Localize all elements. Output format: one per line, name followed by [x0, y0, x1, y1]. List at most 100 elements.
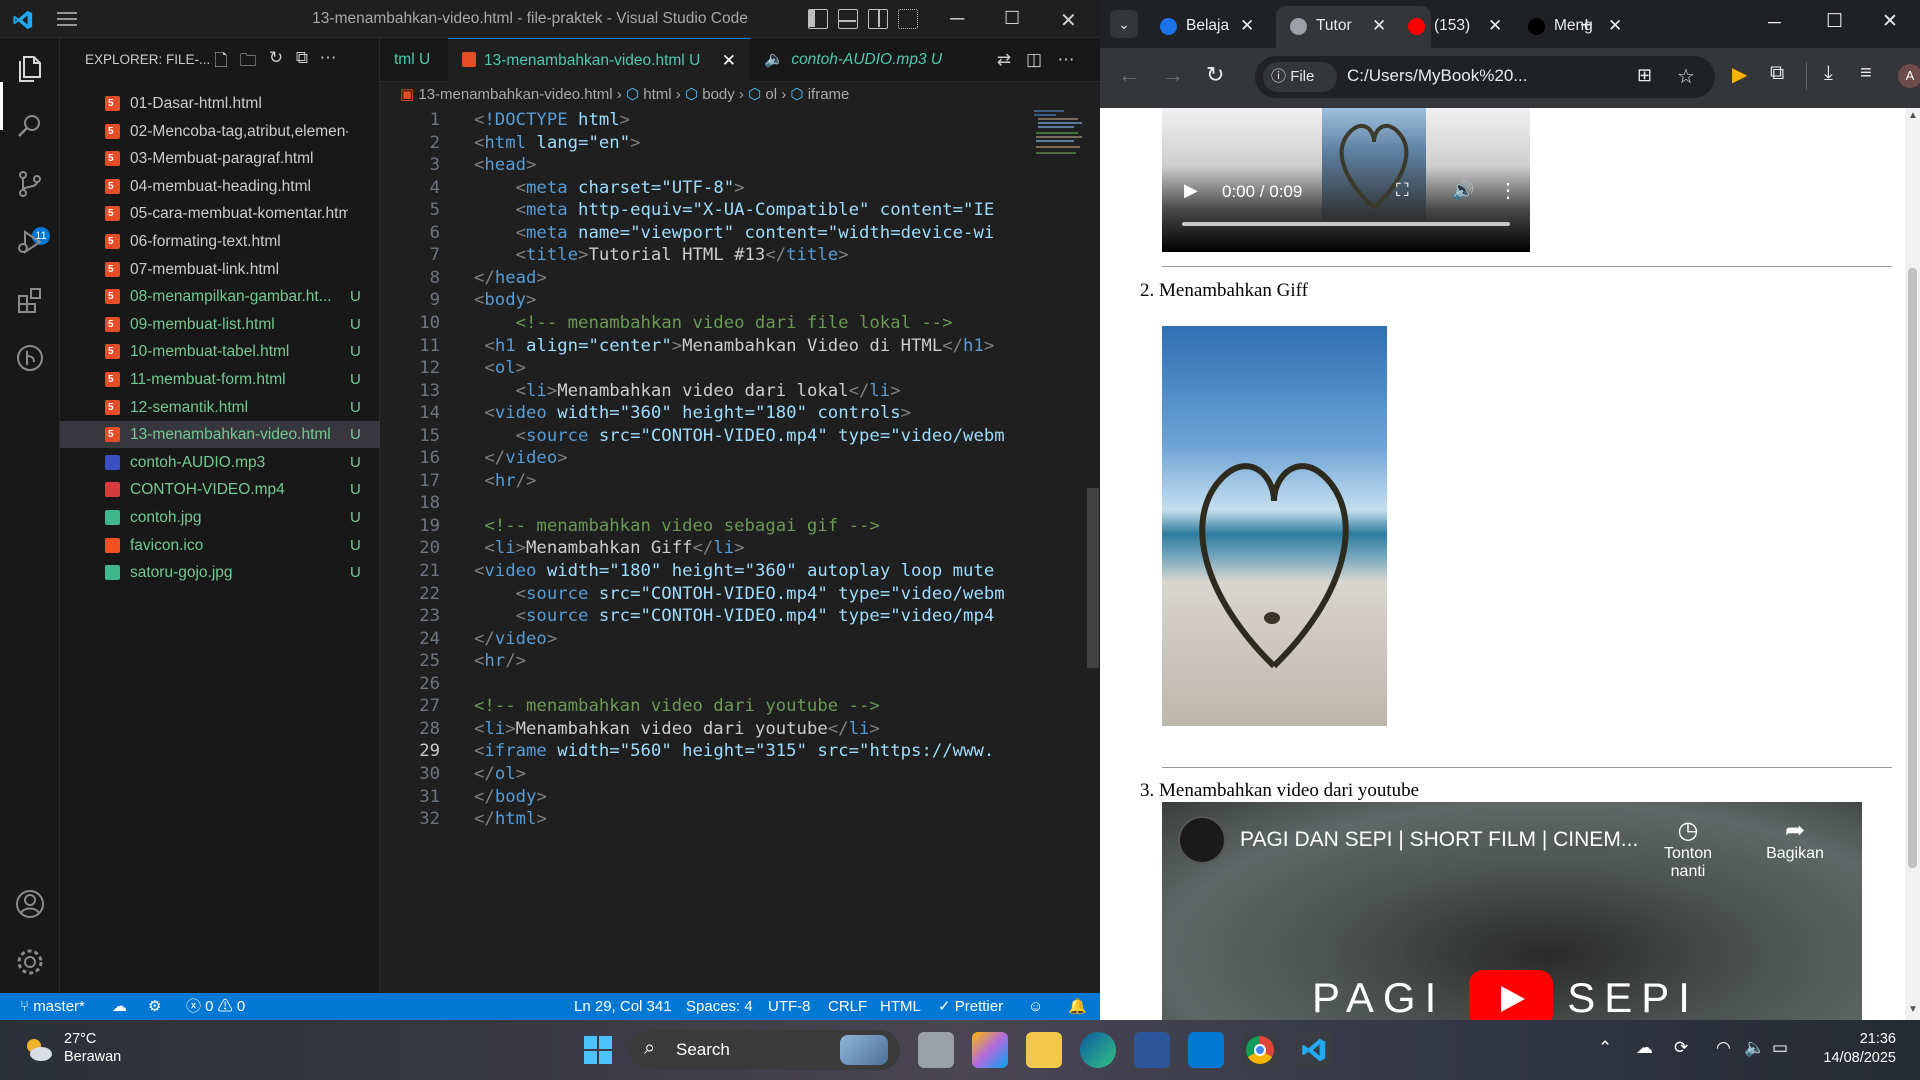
explorer-icon[interactable] — [14, 52, 46, 84]
notifications-bell-icon[interactable]: 🔔 — [1068, 993, 1087, 1020]
code-line[interactable]: <meta charset="UTF-8"> — [474, 178, 745, 198]
code-line[interactable]: </video> — [474, 629, 557, 649]
file-tree-item[interactable]: 01-Dasar-html.html — [60, 90, 380, 117]
youtube-embed[interactable]: PAGI DAN SEPI | SHORT FILM | CINEM... ◷ T… — [1162, 802, 1862, 1020]
problems-status[interactable]: ⓧ 0 ⚠ 0 — [186, 993, 245, 1020]
translate-icon[interactable]: ⊞ — [1637, 65, 1652, 86]
search-icon[interactable] — [14, 110, 46, 142]
close-icon[interactable]: ✕ — [1060, 8, 1077, 33]
code-line[interactable]: <source src="CONTOH-VIDEO.mp4" type="vid… — [474, 584, 1005, 604]
tab-active-file[interactable]: 13-menambahkan-video.html U ✕ — [448, 38, 750, 82]
file-tree-item[interactable]: CONTOH-VIDEO.mp4 U — [60, 476, 380, 503]
code-line[interactable]: <li>Menambahkan Giff</li> — [474, 538, 744, 558]
wifi-icon[interactable]: ◠ — [1716, 1038, 1731, 1058]
fullscreen-icon[interactable]: ⛶ — [1396, 180, 1409, 201]
sync-icon[interactable]: ⟳ — [1674, 1038, 1688, 1058]
code-line[interactable]: <ol> — [474, 358, 526, 378]
onedrive-icon[interactable]: ☁ — [1636, 1038, 1653, 1058]
local-video-player[interactable]: ▶ 0:00 / 0:09 🔊 ⛶ ⋮ — [1162, 108, 1530, 252]
back-icon[interactable]: ← — [1118, 62, 1140, 88]
encoding[interactable]: UTF-8 — [768, 993, 811, 1020]
start-windows-icon[interactable] — [584, 1036, 612, 1064]
file-explorer-icon[interactable] — [1026, 1032, 1062, 1068]
show-hidden-icons-chevron-icon[interactable]: ⌃ — [1598, 1038, 1612, 1058]
code-line[interactable]: </head> — [474, 268, 547, 288]
code-line[interactable]: <li>Menambahkan video dari youtube</li> — [474, 719, 880, 739]
page-scrollbar[interactable]: ▲ ▼ — [1905, 108, 1920, 1020]
code-line[interactable]: </ol> — [474, 764, 526, 784]
watch-later-button[interactable]: ◷ Tonton nanti — [1648, 816, 1728, 881]
video-menu-icon[interactable]: ⋮ — [1498, 178, 1518, 203]
toggle-primary-sidebar-icon[interactable] — [808, 9, 828, 29]
breadcrumb-item[interactable]: iframe — [808, 86, 850, 103]
cursor-position[interactable]: Ln 29, Col 341 — [574, 993, 672, 1020]
breadcrumb-item[interactable]: 13-menambahkan-video.html — [418, 86, 612, 103]
file-tree-item[interactable]: 07-membuat-link.html — [60, 256, 380, 283]
file-tree-item[interactable]: 06-formating-text.html — [60, 228, 380, 255]
indentation[interactable]: Spaces: 4 — [686, 993, 753, 1020]
volume-icon[interactable]: 🔈 — [1744, 1038, 1765, 1058]
code-line[interactable]: <h1 align="center">Menambahkan Video di … — [474, 336, 994, 356]
editor-more-icon[interactable]: ⋯ — [1056, 50, 1076, 70]
file-tree-item[interactable]: 08-menampilkan-gambar.ht... U — [60, 283, 380, 310]
gif-video[interactable] — [1162, 326, 1387, 726]
more-actions-icon[interactable]: ⋯ — [318, 48, 338, 68]
tab-search-chevron-icon[interactable]: ⌄ — [1110, 10, 1138, 38]
split-editor-icon[interactable]: ◫ — [1024, 50, 1044, 70]
file-tree-item[interactable]: favicon.ico U — [60, 532, 380, 559]
extensions-icon[interactable] — [14, 284, 46, 316]
new-file-icon[interactable]: 🗋 — [211, 48, 231, 70]
tab-close-icon[interactable]: ✕ — [722, 39, 736, 83]
tab-close-icon[interactable]: ✕ — [1608, 10, 1622, 42]
vscode-taskbar-button[interactable] — [1296, 1032, 1332, 1068]
code-line[interactable]: <!-- menambahkan video dari youtube --> — [474, 696, 880, 716]
extension-action-icon[interactable]: ▶ — [1732, 62, 1747, 87]
code-line[interactable]: <html lang="en"> — [474, 133, 641, 153]
copilot-icon[interactable]: ☺ — [1028, 993, 1043, 1020]
downloads-icon[interactable]: ⤓ — [1824, 62, 1833, 85]
open-changes-icon[interactable]: ⇄ — [994, 50, 1014, 70]
forward-icon[interactable]: → — [1162, 62, 1184, 88]
taskbar-search[interactable]: ⌕ Search — [630, 1030, 900, 1070]
breadcrumb-item[interactable]: html — [643, 86, 671, 103]
code-line[interactable]: <head> — [474, 155, 536, 175]
chrome-minimize-icon[interactable]: ─ — [1768, 12, 1781, 33]
code-line[interactable]: <video width="180" height="360" autoplay… — [474, 561, 994, 581]
accounts-icon[interactable] — [14, 888, 46, 920]
scrollbar-thumb[interactable] — [1087, 488, 1099, 668]
file-tree-item[interactable]: 12-semantik.html U — [60, 394, 380, 421]
outlook-icon[interactable] — [1188, 1032, 1224, 1068]
file-tree-item[interactable]: 11-membuat-form.html U — [60, 366, 380, 393]
new-folder-icon[interactable]: 🗀 — [238, 48, 258, 70]
branch-status[interactable]: ⑂ master* — [20, 993, 85, 1020]
chrome-tab[interactable]: (153) ✕ — [1408, 10, 1518, 42]
code-line[interactable]: </body> — [474, 787, 547, 807]
media-control-icon[interactable]: ≡ — [1860, 62, 1872, 85]
file-tree-item[interactable]: satoru-gojo.jpg U — [60, 559, 380, 586]
code-line[interactable]: <body> — [474, 290, 536, 310]
battery-icon[interactable]: ▭ — [1772, 1038, 1788, 1058]
code-line[interactable]: </video> — [474, 448, 567, 468]
manage-gear-icon[interactable] — [14, 946, 46, 978]
tab-audio-file[interactable]: 🔈 contoh-AUDIO.mp3 U — [750, 38, 950, 82]
profile-avatar[interactable]: A — [1898, 64, 1920, 88]
ports-icon[interactable]: ⚙ — [148, 993, 161, 1020]
copilot-taskbar-icon[interactable] — [972, 1032, 1008, 1068]
breadcrumb-item[interactable]: ol — [765, 86, 777, 103]
maximize-icon[interactable]: ☐ — [1004, 8, 1020, 29]
file-tree-item[interactable]: 10-membuat-tabel.html U — [60, 338, 380, 365]
clock[interactable]: 21:36 14/08/2025 — [1816, 1030, 1896, 1068]
microsoft-store-icon[interactable] — [1134, 1032, 1170, 1068]
video-progress-bar[interactable] — [1182, 222, 1510, 226]
file-tree-item[interactable]: contoh.jpg U — [60, 504, 380, 531]
prettier-status[interactable]: ✓ Prettier — [938, 993, 1003, 1020]
bookmark-star-icon[interactable]: ☆ — [1677, 64, 1695, 89]
toggle-panel-icon[interactable] — [838, 9, 858, 29]
edge-icon[interactable] — [1080, 1032, 1116, 1068]
chrome-tab[interactable]: Belaja ✕ — [1160, 10, 1270, 42]
code-line[interactable]: <meta name="viewport" content="width=dev… — [474, 223, 995, 243]
code-line[interactable]: <iframe width="560" height="315" src="ht… — [474, 741, 994, 761]
chrome-taskbar-button[interactable] — [1242, 1032, 1278, 1068]
omnibox[interactable]: ⓘ File C:/Users/MyBook%20... ⊞ ☆ — [1255, 56, 1715, 98]
extensions-puzzle-icon[interactable]: ⧉ — [1770, 62, 1784, 85]
